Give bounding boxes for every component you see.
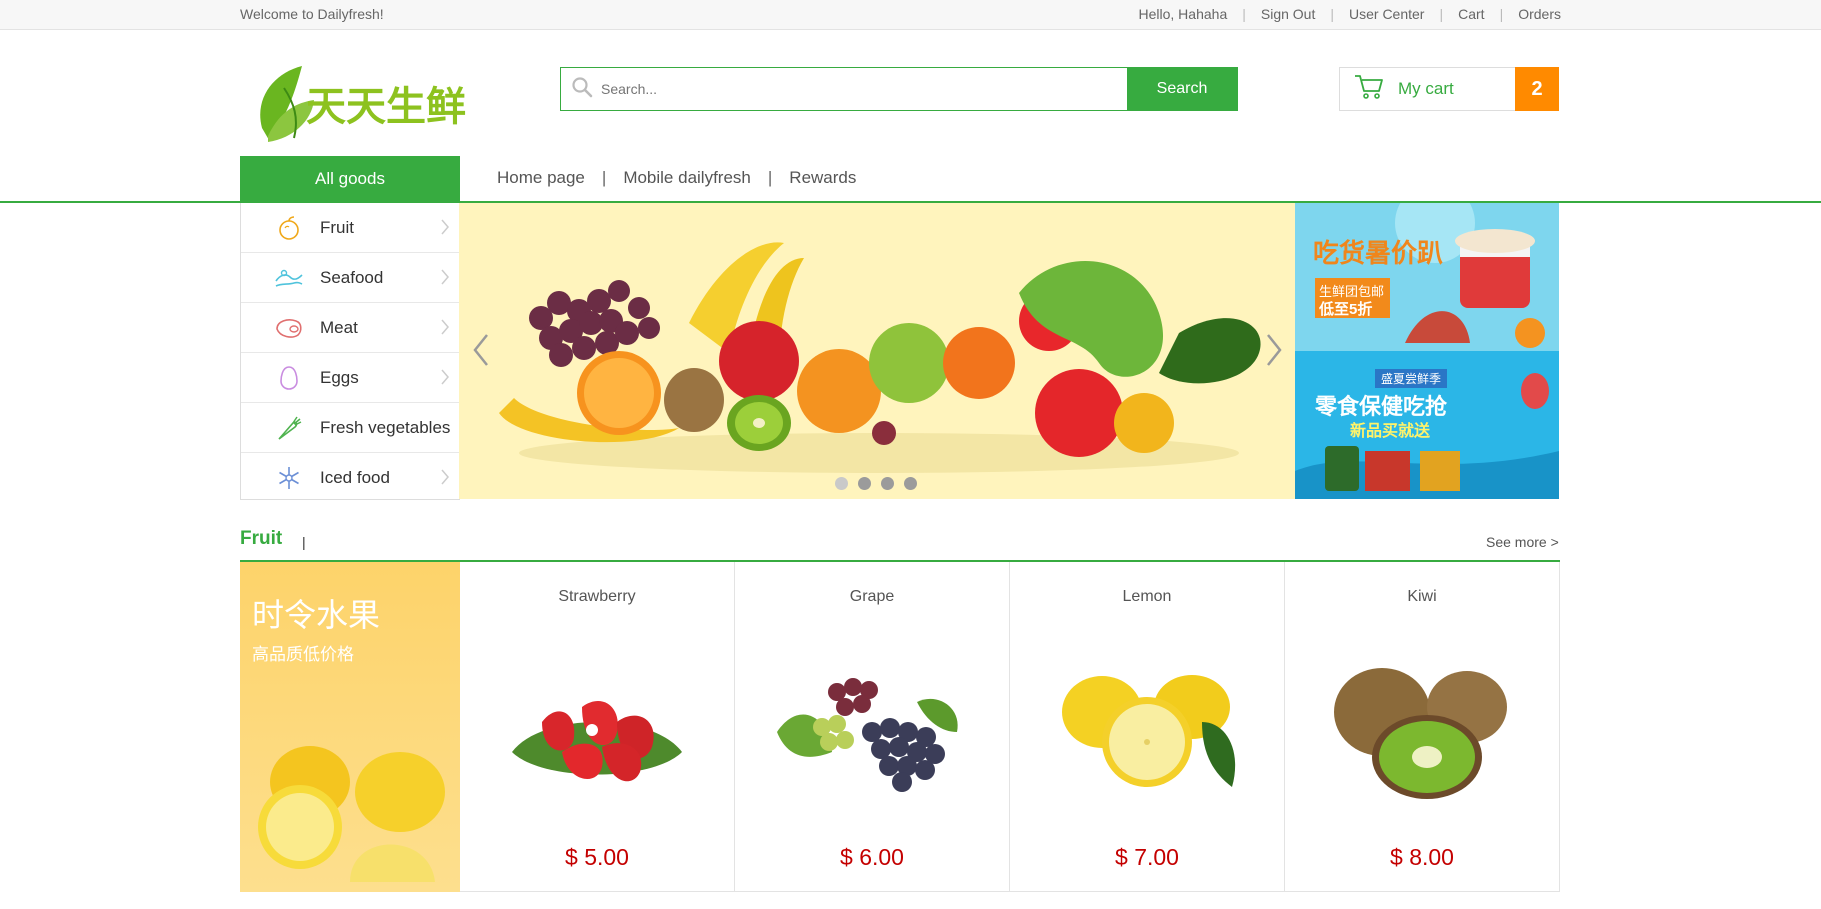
ad-top-line2: 低至5折: [1319, 301, 1373, 318]
product-card-grape[interactable]: Grape $ 6.00: [735, 562, 1010, 892]
product-name: Grape: [849, 588, 895, 605]
cart-link[interactable]: Cart: [1458, 6, 1484, 22]
search-button[interactable]: Search: [1127, 68, 1237, 110]
logo[interactable]: 天天生鲜: [254, 58, 474, 148]
ad-bottom-line2: 新品买就送: [1350, 423, 1431, 440]
promo-title: 时令水果: [252, 597, 381, 633]
logo-wordmark: 天天生鲜: [306, 84, 466, 130]
grape-image: [777, 678, 958, 792]
category-item-iced-food[interactable]: Iced food: [241, 453, 460, 502]
category-item-meat[interactable]: Meat: [241, 303, 460, 353]
promo-panel[interactable]: 时令水果 高品质低价格: [240, 562, 460, 892]
my-cart-button[interactable]: My cart 2: [1339, 67, 1559, 111]
user-center-link[interactable]: User Center: [1349, 6, 1424, 22]
product-card-lemon[interactable]: Lemon $ 7.00: [1010, 562, 1285, 892]
ad-top-title: 吃货暑价趴: [1313, 238, 1444, 268]
slide-dot[interactable]: [904, 477, 917, 490]
kiwi-image: [1334, 668, 1507, 799]
cart-icon: [1354, 74, 1384, 105]
section-title: Fruit: [240, 528, 283, 549]
category-item-fruit[interactable]: Fruit: [241, 203, 460, 253]
divider: |: [601, 168, 607, 187]
promo-ad-top[interactable]: 吃货暑价趴 生鲜团包邮 低至5折: [1295, 203, 1559, 351]
orders-link[interactable]: Orders: [1518, 6, 1561, 22]
sign-out-link[interactable]: Sign Out: [1261, 6, 1315, 22]
chevron-right-icon: [440, 368, 450, 391]
product-name: Lemon: [1122, 588, 1172, 605]
chevron-right-icon: [440, 318, 450, 341]
category-label: Seafood: [320, 267, 384, 287]
carrot-icon: [274, 413, 304, 443]
divider: |: [767, 168, 773, 187]
category-label: Fresh vegetables: [320, 417, 451, 437]
nav-mobile-dailyfresh[interactable]: Mobile dailyfresh: [623, 168, 751, 188]
ad-bottom-tag: 盛夏尝鲜季: [1375, 369, 1448, 388]
product-price: $ 7.00: [1115, 844, 1179, 870]
top-links: Hello, Hahaha | Sign Out | User Center |…: [1139, 6, 1562, 22]
category-item-fresh-vegetables[interactable]: Fresh vegetables: [241, 403, 460, 453]
cart-label: My cart: [1398, 79, 1454, 98]
greeting-link[interactable]: Hello, Hahaha: [1139, 6, 1228, 22]
strawberry-image: [512, 701, 682, 782]
hero-banner[interactable]: [459, 203, 1295, 499]
promo-subtitle: 高品质低价格: [252, 645, 354, 664]
see-more-link[interactable]: See more >: [1486, 534, 1559, 550]
welcome-text: Welcome to Dailyfresh!: [240, 6, 384, 22]
egg-icon: [274, 363, 304, 393]
category-label: Iced food: [320, 467, 390, 487]
product-card-kiwi[interactable]: Kiwi $ 8.00: [1285, 562, 1560, 892]
meat-icon: [274, 313, 304, 343]
nav-rewards[interactable]: Rewards: [789, 168, 856, 188]
category-label: Meat: [320, 317, 358, 337]
chevron-left-icon[interactable]: [471, 333, 491, 372]
product-price: $ 8.00: [1390, 844, 1454, 870]
product-price: $ 5.00: [565, 844, 629, 870]
product-price: $ 6.00: [840, 844, 904, 870]
category-item-seafood[interactable]: Seafood: [241, 253, 460, 303]
nav-home-page[interactable]: Home page: [497, 168, 585, 188]
snowflake-icon: [274, 463, 304, 493]
lemon-image: [258, 746, 445, 882]
chevron-right-icon[interactable]: [1264, 333, 1284, 372]
main-nav: Home page | Mobile dailyfresh | Rewards: [497, 168, 856, 188]
divider: |: [1499, 6, 1504, 22]
product-name: Kiwi: [1407, 588, 1437, 605]
category-label: Eggs: [320, 367, 359, 387]
promo-ad-bottom[interactable]: 盛夏尝鲜季 零食保健吃抢 新品买就送: [1295, 351, 1559, 499]
product-card-strawberry[interactable]: Strawberry $ 5.00: [460, 562, 735, 892]
wave-icon: [274, 263, 304, 293]
divider: |: [1439, 6, 1444, 22]
search-icon: [571, 76, 593, 103]
apple-icon: [274, 213, 304, 243]
divider: |: [1330, 6, 1334, 22]
fruit-banner-image: [499, 242, 1261, 473]
search-box: Search: [560, 67, 1238, 111]
product-name: Strawberry: [558, 588, 636, 605]
slide-dot[interactable]: [858, 477, 871, 490]
chevron-right-icon: [440, 468, 450, 491]
chevron-right-icon: [440, 268, 450, 291]
lemon-image: [1062, 675, 1236, 787]
section-divider: |: [302, 534, 306, 550]
category-list: Fruit Seafood Meat Eggs Fresh vegetables…: [240, 203, 460, 500]
category-item-eggs[interactable]: Eggs: [241, 353, 460, 403]
category-label: Fruit: [320, 217, 354, 237]
search-input[interactable]: [599, 80, 1103, 98]
slide-dot[interactable]: [881, 477, 894, 490]
slide-indicators: [835, 477, 917, 490]
chevron-right-icon: [440, 218, 450, 241]
all-goods-button[interactable]: All goods: [240, 156, 460, 201]
divider: |: [1242, 6, 1246, 22]
slide-dot[interactable]: [835, 477, 848, 490]
cart-count-badge: 2: [1515, 67, 1559, 111]
